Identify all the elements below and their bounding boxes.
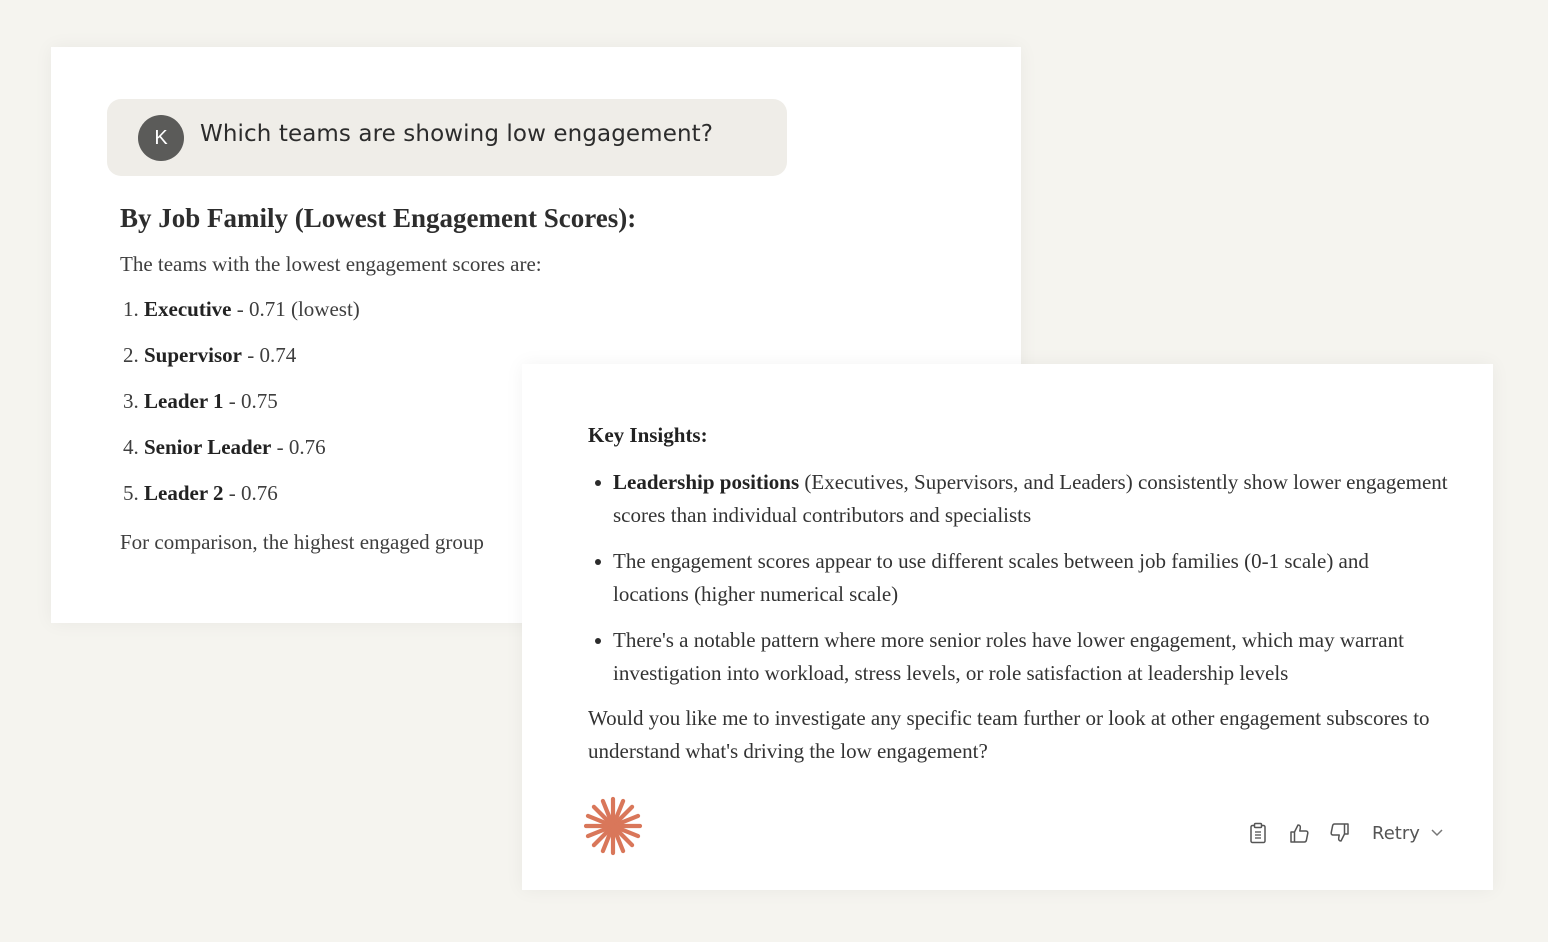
item-number: 2. (123, 343, 139, 367)
bullet-text: The engagement scores appear to use diff… (613, 549, 1369, 606)
bullet-icon (595, 638, 601, 644)
insights-title: Key Insights: (588, 423, 708, 447)
list-item: The engagement scores appear to use diff… (588, 545, 1448, 611)
retry-label: Retry (1372, 822, 1420, 844)
user-query-text: Which teams are showing low engagement? (200, 121, 714, 147)
bullet-icon (595, 559, 601, 565)
item-name: Leader 2 (144, 481, 224, 505)
insights-list: Leadership positions (Executives, Superv… (588, 466, 1448, 703)
thumbs-down-icon[interactable] (1328, 821, 1352, 845)
user-avatar: K (138, 115, 184, 161)
item-name: Leader 1 (144, 389, 224, 413)
list-item: There's a notable pattern where more sen… (588, 624, 1448, 690)
list-item: 2. Supervisor - 0.74 (123, 343, 360, 389)
followup-question: Would you like me to investigate any spe… (588, 706, 1430, 763)
list-item: Leadership positions (Executives, Superv… (588, 466, 1448, 532)
user-query-bubble: K Which teams are showing low engagement… (107, 99, 787, 176)
list-item: 4. Senior Leader - 0.76 (123, 435, 360, 481)
item-number: 5. (123, 481, 139, 505)
list-item: 3. Leader 1 - 0.75 (123, 389, 360, 435)
item-number: 4. (123, 435, 139, 459)
response-intro: The teams with the lowest engagement sco… (120, 252, 542, 276)
response-card-front: Key Insights: Leadership positions (Exec… (522, 364, 1493, 890)
message-actions: Retry (1246, 816, 1444, 850)
item-name: Executive (144, 297, 232, 321)
item-detail: - 0.75 (223, 389, 278, 413)
list-item: 5. Leader 2 - 0.76 (123, 481, 360, 527)
item-detail: - 0.71 (lowest) (231, 297, 360, 321)
starburst-logo-icon (583, 796, 643, 856)
item-name: Supervisor (144, 343, 243, 367)
item-detail: - 0.76 (271, 435, 326, 459)
bullet-icon (595, 480, 601, 486)
item-detail: - 0.76 (223, 481, 278, 505)
item-number: 3. (123, 389, 139, 413)
chevron-down-icon[interactable] (1430, 828, 1444, 838)
item-detail: - 0.74 (242, 343, 297, 367)
item-name: Senior Leader (144, 435, 272, 459)
comparison-text: For comparison, the highest engaged grou… (120, 530, 484, 554)
clipboard-icon[interactable] (1246, 821, 1270, 845)
lowest-engagement-list: 1. Executive - 0.71 (lowest) 2. Supervis… (123, 297, 360, 527)
retry-button[interactable]: Retry (1372, 823, 1444, 844)
response-heading: By Job Family (Lowest Engagement Scores)… (120, 203, 637, 233)
item-number: 1. (123, 297, 139, 321)
bullet-text: There's a notable pattern where more sen… (613, 628, 1404, 685)
list-item: 1. Executive - 0.71 (lowest) (123, 297, 360, 343)
thumbs-up-icon[interactable] (1287, 821, 1311, 845)
bullet-bold: Leadership positions (613, 470, 800, 494)
